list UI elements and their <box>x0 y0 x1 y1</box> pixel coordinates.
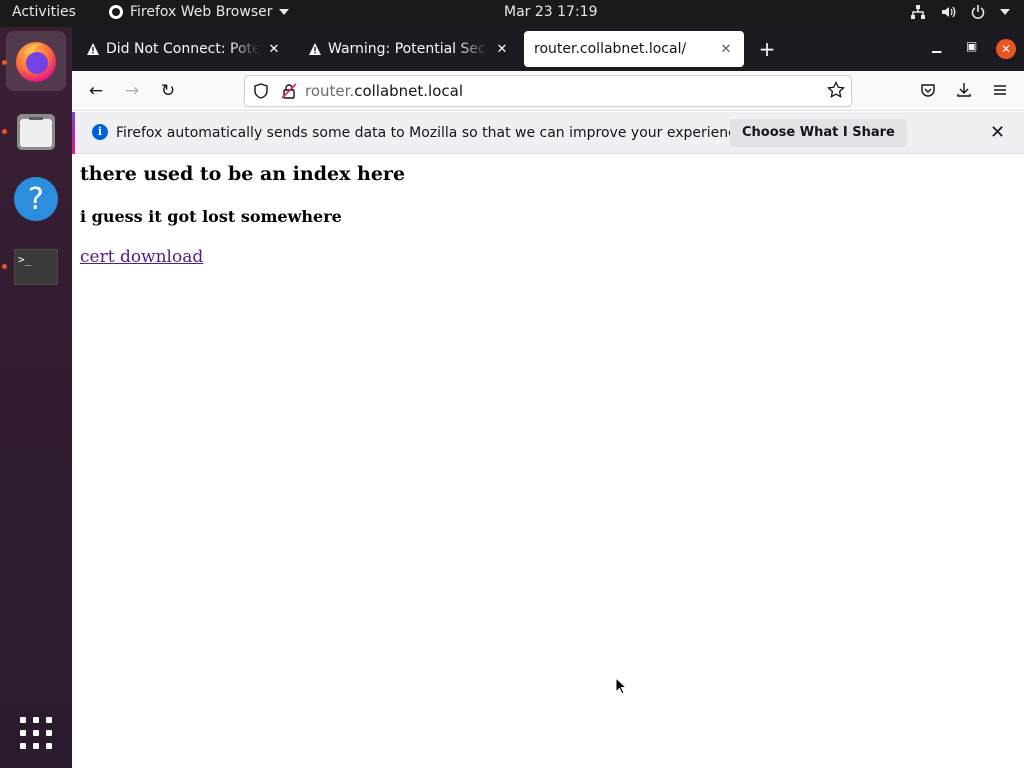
downloads-icon[interactable] <box>956 82 972 98</box>
page-subheading: i guess it got lost somewhere <box>80 207 342 226</box>
maximize-button[interactable]: ▣ <box>966 39 977 53</box>
activities-button[interactable]: Activities <box>12 4 76 20</box>
svg-text:?: ? <box>28 182 44 217</box>
firefox-icon <box>109 5 123 19</box>
tab-title: router.collabnet.local/ <box>534 41 687 57</box>
terminal-icon: >_ <box>14 249 58 285</box>
dock: ? >_ <box>0 27 72 768</box>
shield-icon[interactable] <box>253 83 269 99</box>
app-menu[interactable]: Firefox Web Browser <box>108 4 289 20</box>
page-content: there used to be an index here i guess i… <box>72 155 1024 768</box>
menu-icon[interactable] <box>992 82 1008 98</box>
tab-title: Warning: Potential Security Risk Ahead <box>328 41 488 57</box>
notification-message: Firefox automatically sends some data to… <box>116 125 749 141</box>
files-icon <box>17 114 55 150</box>
insecure-lock-icon[interactable] <box>281 83 297 99</box>
bookmark-star-icon[interactable] <box>827 81 845 99</box>
minimize-button[interactable]: ▁ <box>932 39 941 53</box>
close-icon[interactable]: ✕ <box>266 42 282 57</box>
reload-button[interactable]: ↻ <box>158 81 178 101</box>
volume-icon <box>942 6 956 18</box>
close-icon[interactable]: ✕ <box>990 122 1005 143</box>
firefox-window: Did Not Connect: Potential Security Issu… <box>72 27 1024 768</box>
tab-title: Did Not Connect: Potential Security Issu… <box>106 41 260 57</box>
tab-strip: Did Not Connect: Potential Security Issu… <box>72 27 1024 71</box>
data-collection-notification: i Firefox automatically sends some data … <box>72 112 1024 154</box>
tab-router[interactable]: router.collabnet.local/ ✕ <box>524 31 744 67</box>
tab-did-not-connect[interactable]: Did Not Connect: Potential Security Issu… <box>76 31 292 67</box>
page-heading: there used to be an index here <box>80 163 406 185</box>
warning-icon <box>309 43 321 55</box>
svg-text:>_: >_ <box>18 253 32 266</box>
back-button[interactable]: ← <box>86 81 106 101</box>
dock-help[interactable]: ? <box>6 169 66 229</box>
mouse-cursor-icon <box>615 677 627 695</box>
show-apps-icon[interactable] <box>20 717 52 749</box>
app-menu-label: Firefox Web Browser <box>130 4 273 20</box>
dock-firefox[interactable] <box>6 31 66 91</box>
pocket-icon[interactable] <box>920 82 936 98</box>
nav-bar: ← → ↻ router.collabnet.local <box>72 71 1024 111</box>
firefox-icon <box>16 42 56 82</box>
info-icon: i <box>92 124 108 140</box>
cert-download-link[interactable]: cert download <box>80 247 203 267</box>
close-icon[interactable]: ✕ <box>718 42 734 57</box>
url-text: router.collabnet.local <box>305 82 464 100</box>
close-icon[interactable]: ✕ <box>494 42 510 57</box>
tab-warning-security[interactable]: Warning: Potential Security Risk Ahead ✕ <box>298 31 520 67</box>
dock-files[interactable] <box>6 101 66 161</box>
dock-terminal[interactable]: >_ <box>6 237 66 297</box>
notification-accent <box>72 112 75 154</box>
chevron-down-icon <box>278 9 289 15</box>
forward-button[interactable]: → <box>122 81 142 101</box>
help-icon: ? <box>14 177 58 221</box>
clock[interactable]: Mar 23 17:19 <box>504 4 597 20</box>
network-icon <box>911 5 925 19</box>
warning-icon <box>87 43 99 55</box>
power-icon <box>971 5 985 19</box>
url-bar[interactable]: router.collabnet.local <box>244 75 852 107</box>
top-bar: Activities Firefox Web Browser Mar 23 17… <box>0 0 1024 27</box>
new-tab-button[interactable]: + <box>756 37 778 61</box>
close-window-button[interactable]: ✕ <box>996 39 1016 59</box>
system-tray[interactable] <box>910 4 1010 20</box>
choose-what-i-share-button[interactable]: Choose What I Share <box>730 119 907 147</box>
chevron-down-icon <box>1000 9 1010 15</box>
